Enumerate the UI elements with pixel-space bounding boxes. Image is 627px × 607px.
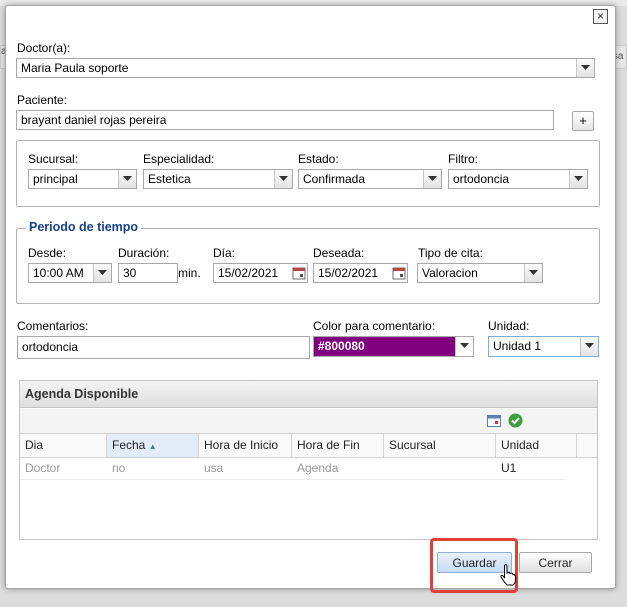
filtro-label: Filtro: xyxy=(448,152,478,166)
agenda-panel: Agenda Disponible Dia Fecha ▲ Hora de In… xyxy=(19,380,598,540)
column-header-sucursal[interactable]: Sucursal xyxy=(384,434,496,457)
hand-cursor-icon xyxy=(500,564,516,586)
cell-hora-fin: Agenda xyxy=(297,461,339,475)
sort-ascending-icon: ▲ xyxy=(148,442,157,451)
deseada-label: Deseada: xyxy=(313,246,365,260)
chevron-down-icon[interactable] xyxy=(423,170,441,188)
check-icon[interactable] xyxy=(508,413,523,428)
desde-label: Desde: xyxy=(28,246,67,260)
duracion-input[interactable]: 30 xyxy=(118,263,178,283)
unidad-label: Unidad: xyxy=(488,319,530,333)
chevron-down-icon[interactable] xyxy=(524,264,542,282)
dia-label: Día: xyxy=(213,246,236,260)
paciente-value: brayant daniel rojas pereira xyxy=(21,113,167,127)
periodo-legend: Periodo de tiempo xyxy=(26,220,142,234)
filtro-select[interactable]: ortodoncia xyxy=(448,169,588,189)
estado-label: Estado: xyxy=(298,152,339,166)
dia-value: 15/02/2021 xyxy=(218,266,279,280)
add-patient-button[interactable]: + xyxy=(572,111,594,131)
paciente-label: Paciente: xyxy=(17,93,68,107)
duracion-label: Duración: xyxy=(118,246,170,260)
unidad-value: Unidad 1 xyxy=(493,339,542,353)
deseada-date-field[interactable]: 15/02/2021 xyxy=(313,263,408,283)
agenda-panel-title: Agenda Disponible xyxy=(20,381,597,408)
sucursal-label: Sucursal: xyxy=(28,152,79,166)
agenda-grid-header: Dia Fecha ▲ Hora de Inicio Hora de Fin S… xyxy=(20,434,597,458)
chevron-down-icon[interactable] xyxy=(93,264,111,282)
especialidad-select[interactable]: Estetica xyxy=(143,169,293,189)
cell-sucursal xyxy=(384,458,496,479)
agenda-toolbar xyxy=(20,409,597,434)
paciente-input[interactable]: brayant daniel rojas pereira xyxy=(16,110,554,130)
comentarios-input[interactable]: ortodoncia xyxy=(17,336,310,359)
cell-hora-inicio: usa xyxy=(204,461,224,475)
chevron-down-icon[interactable] xyxy=(455,337,473,356)
chevron-down-icon[interactable] xyxy=(274,170,292,188)
chevron-down-icon[interactable] xyxy=(580,337,598,356)
calendar-icon[interactable] xyxy=(487,414,501,428)
column-header-dia[interactable]: Dia xyxy=(20,434,107,457)
filtro-value: ortodoncia xyxy=(453,172,510,186)
especialidad-value: Estetica xyxy=(148,172,191,186)
especialidad-label: Especialidad: xyxy=(143,152,215,166)
column-header-unidad[interactable]: Unidad xyxy=(496,434,577,457)
calendar-icon[interactable] xyxy=(292,265,306,281)
comentarios-value: ortodoncia xyxy=(22,340,79,354)
tipo-cita-value: Valoracion xyxy=(422,266,478,280)
deseada-value: 15/02/2021 xyxy=(318,266,379,280)
doctor-value: Maria Paula soporte xyxy=(21,61,129,75)
row-divider xyxy=(20,479,566,480)
cell-dia: Doctor xyxy=(25,461,61,475)
column-header-fecha[interactable]: Fecha ▲ xyxy=(107,434,199,457)
tipo-cita-select[interactable]: Valoracion xyxy=(417,263,543,283)
chevron-down-icon[interactable] xyxy=(576,59,594,77)
color-comentario-value: #800080 xyxy=(318,339,365,353)
estado-value: Confirmada xyxy=(303,172,366,186)
sucursal-select[interactable]: principal xyxy=(28,169,137,189)
duracion-value: 30 xyxy=(123,266,137,280)
column-header-hora-fin[interactable]: Hora de Fin xyxy=(292,434,384,457)
cerrar-button[interactable]: Cerrar xyxy=(519,552,592,573)
column-header-fecha-label: Fecha xyxy=(112,438,146,452)
tipo-cita-label: Tipo de cita: xyxy=(418,246,483,260)
comentarios-label: Comentarios: xyxy=(17,319,89,333)
doctor-select[interactable]: Maria Paula soporte xyxy=(16,58,595,78)
appointment-dialog: × Doctor(a): Maria Paula soporte Pacient… xyxy=(5,5,616,593)
column-header-hora-inicio[interactable]: Hora de Inicio xyxy=(199,434,292,457)
color-comentario-select[interactable]: #800080 xyxy=(313,336,474,357)
dia-date-field[interactable]: 15/02/2021 xyxy=(213,263,308,283)
close-icon[interactable]: × xyxy=(593,9,608,24)
desde-value: 10:00 AM xyxy=(33,266,84,280)
cell-unidad: U1 xyxy=(501,461,517,475)
desde-select[interactable]: 10:00 AM xyxy=(28,263,112,283)
chevron-down-icon[interactable] xyxy=(118,170,136,188)
doctor-label: Doctor(a): xyxy=(17,41,71,55)
color-comentario-label: Color para comentario: xyxy=(313,319,436,333)
sucursal-value: principal xyxy=(33,172,78,186)
duracion-unit: min. xyxy=(178,266,201,280)
unidad-select[interactable]: Unidad 1 xyxy=(488,336,599,357)
estado-select[interactable]: Confirmada xyxy=(298,169,442,189)
chevron-down-icon[interactable] xyxy=(569,170,587,188)
calendar-icon[interactable] xyxy=(392,265,406,281)
cell-fecha: no xyxy=(112,461,126,475)
